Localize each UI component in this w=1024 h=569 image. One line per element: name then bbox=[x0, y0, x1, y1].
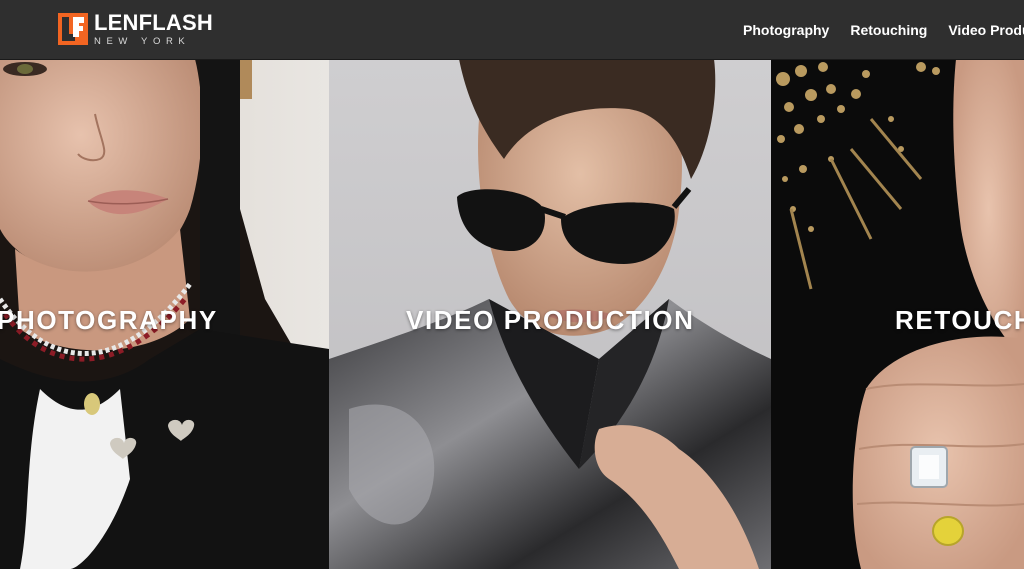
lenflash-logo-icon bbox=[58, 13, 88, 45]
panel-title-video-production: VIDEO PRODUCTION bbox=[406, 305, 695, 335]
brand-name: LENFLASH bbox=[94, 9, 213, 35]
nav-item-retouching[interactable]: Retouching bbox=[850, 22, 927, 38]
main-nav: Photography Retouching Video Production bbox=[743, 0, 1024, 59]
panel-title-photography: PHOTOGRAPHY bbox=[0, 305, 218, 335]
service-panels: PHOTOGRAPHY VIDEO PRODUCTION RETOUC bbox=[0, 59, 1024, 569]
panel-retouching[interactable]: RETOUCHING bbox=[771, 59, 1024, 569]
panel-title-retouching: RETOUCHING bbox=[895, 305, 1024, 335]
panel-photography[interactable]: PHOTOGRAPHY bbox=[0, 59, 329, 569]
brand-tagline: NEW YORK bbox=[94, 35, 191, 47]
panel-video-production[interactable]: VIDEO PRODUCTION bbox=[329, 59, 771, 569]
nav-item-photography[interactable]: Photography bbox=[743, 22, 829, 38]
logo-link[interactable]: LENFLASH NEW YORK bbox=[58, 11, 213, 47]
site-header: LENFLASH NEW YORK Photography Retouching… bbox=[0, 0, 1024, 59]
nav-item-video-production[interactable]: Video Production bbox=[948, 22, 1024, 38]
